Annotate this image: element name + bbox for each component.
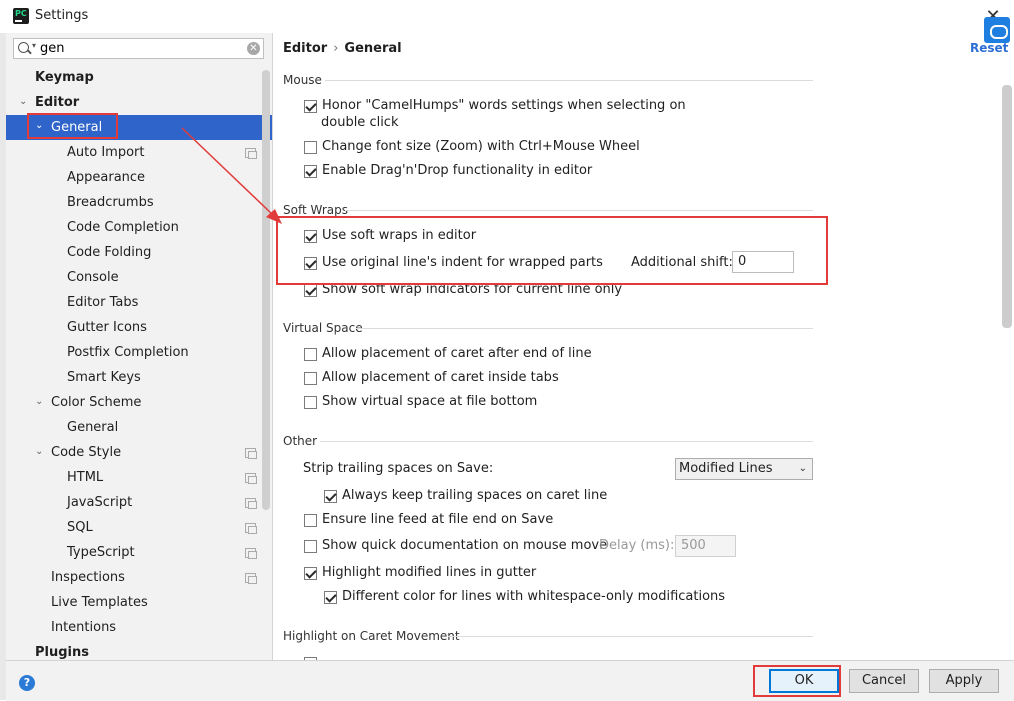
annotation-arrow bbox=[181, 127, 282, 224]
